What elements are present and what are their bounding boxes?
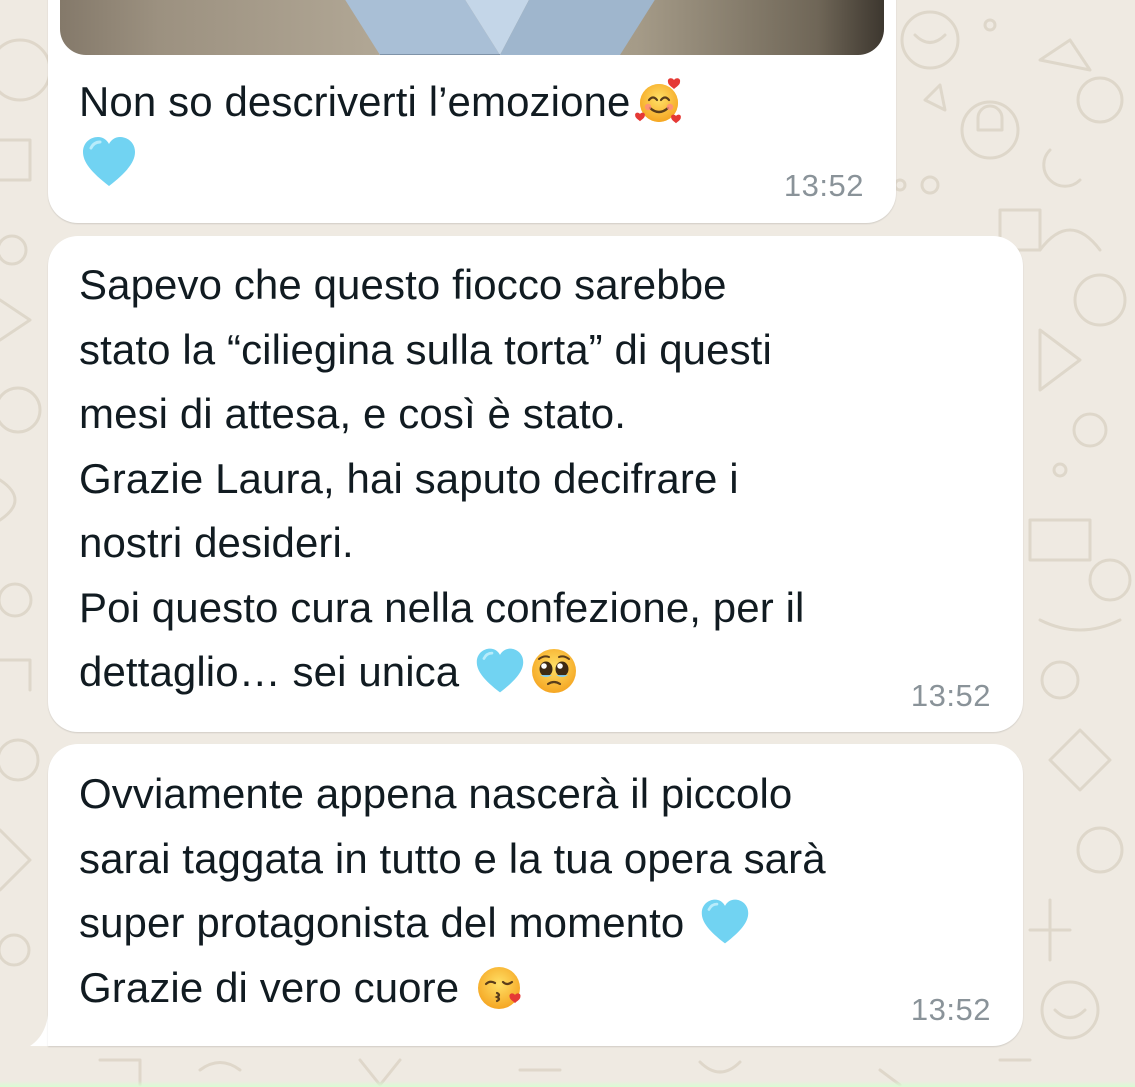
message-text: Ovviamente appena nascerà il piccolo sar… xyxy=(79,770,826,1012)
message-bubble[interactable]: Sapevo che questo fiocco sarebbe stato l… xyxy=(48,236,1023,732)
light-blue-heart-icon xyxy=(700,897,750,947)
message-bubble-image[interactable]: Non so descriverti l’emozione 13:52 xyxy=(48,0,896,223)
light-blue-heart-icon xyxy=(475,646,525,696)
ribbon-image-detail xyxy=(345,0,655,55)
message-bubble[interactable]: Ovviamente appena nascerà il piccolo sar… xyxy=(48,744,1023,1046)
face-blowing-a-kiss-icon xyxy=(475,962,525,1012)
next-message-edge xyxy=(0,1081,1135,1087)
message-timestamp: 13:52 xyxy=(783,168,864,203)
smiling-face-with-hearts-icon xyxy=(634,76,684,126)
message-photo[interactable] xyxy=(60,0,884,55)
message-timestamp: 13:52 xyxy=(910,992,991,1027)
message-text: Sapevo che questo fiocco sarebbe stato l… xyxy=(79,261,805,696)
message-text: Non so descriverti l’emozione xyxy=(79,70,859,135)
pleading-face-icon xyxy=(529,646,579,696)
light-blue-heart-icon xyxy=(81,136,137,188)
message-timestamp: 13:52 xyxy=(910,678,991,713)
